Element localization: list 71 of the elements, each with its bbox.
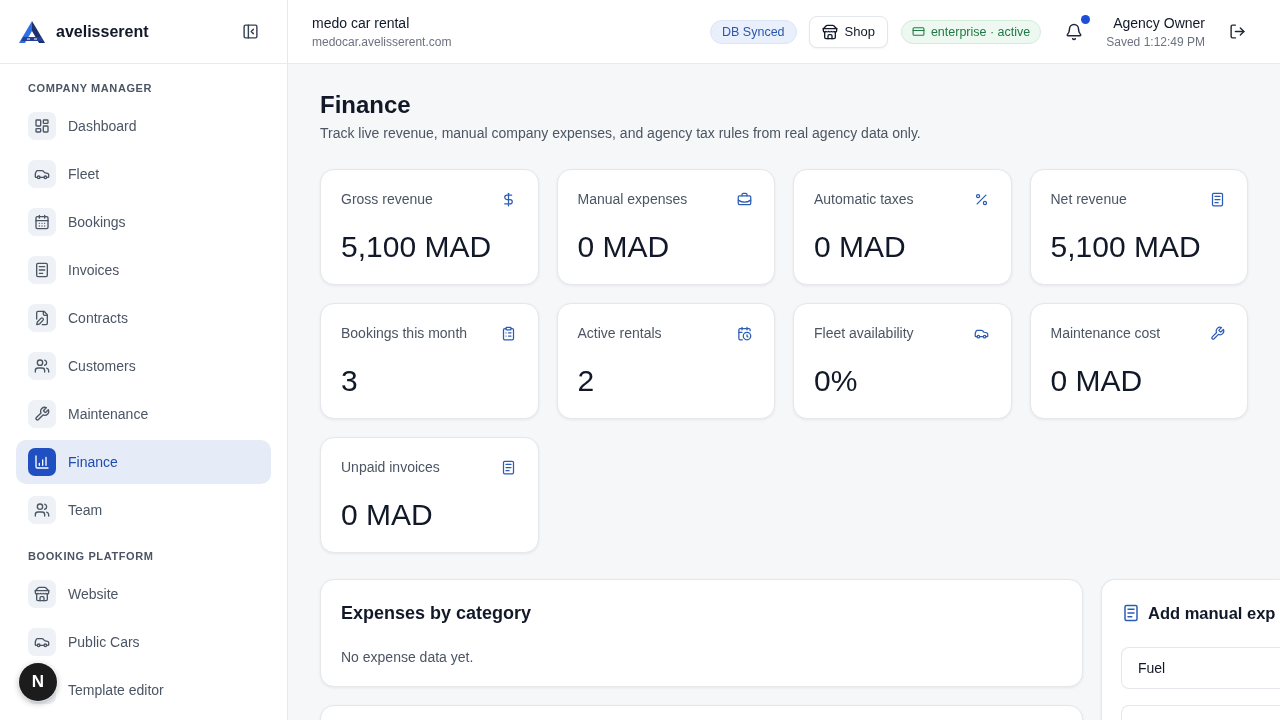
stat-label: Active rentals <box>577 325 662 341</box>
calendar-icon <box>28 208 56 236</box>
briefcase-icon <box>737 191 752 207</box>
dashboard-grid-icon <box>28 112 56 140</box>
stat-label: Gross revenue <box>341 191 433 207</box>
document-icon <box>500 459 516 475</box>
page-subtitle: Track live revenue, manual company expenses, and agency tax rules from real agency data only. <box>320 124 922 143</box>
empty-state-text: No expense data yet. <box>341 648 475 667</box>
stat-label: Unpaid invoices <box>341 459 440 475</box>
nav-link[interactable]: Public Cars <box>68 632 259 652</box>
store-icon <box>28 580 56 608</box>
calendar-clock-icon <box>737 325 752 341</box>
car-icon <box>28 160 56 188</box>
stat-value: 0 MAD <box>341 498 434 532</box>
car-icon <box>28 628 56 656</box>
stat-label: Bookings this month <box>341 325 468 341</box>
users-icon <box>28 496 56 524</box>
document-icon <box>1210 191 1225 207</box>
section-heading: BOOKING PLATFORM <box>27 549 155 564</box>
nav-link[interactable]: Fleet <box>68 164 259 184</box>
stat-label: Fleet availability <box>814 325 914 341</box>
stat-value: 0 MAD <box>577 230 671 264</box>
nav-link[interactable]: Team <box>68 500 259 520</box>
plan-status-text: enterprise · active <box>930 24 1031 39</box>
bar-chart-icon <box>28 448 56 476</box>
store-icon <box>821 23 838 40</box>
stat-label: Manual expenses <box>577 191 688 207</box>
agency-domain: medocar.avelisserent.com <box>312 33 453 50</box>
stat-label: Automatic taxes <box>814 191 914 207</box>
stat-value: 2 <box>577 364 596 398</box>
logo-icon <box>19 20 45 43</box>
document-icon <box>28 256 56 284</box>
document-icon <box>1122 604 1140 622</box>
nav-link[interactable]: Finance <box>68 452 259 472</box>
nav-link[interactable]: Contracts <box>68 308 259 328</box>
save-status: Saved 1:12:49 PM <box>1106 33 1205 50</box>
nav-link[interactable]: Bookings <box>68 212 259 232</box>
nav-link[interactable]: Dashboard <box>68 116 259 136</box>
nav-link[interactable]: Website <box>68 584 259 604</box>
stat-label: Maintenance cost <box>1050 325 1161 341</box>
panel-title: Expenses by category <box>341 602 533 625</box>
stat-value: 0 MAD <box>1050 364 1144 398</box>
brand-name: avelisserent <box>56 22 150 41</box>
document-pen-icon <box>28 304 56 332</box>
form-title: Add manual exp <box>1148 603 1276 624</box>
user-name: Agency Owner <box>1112 13 1205 32</box>
wrench-icon <box>1210 325 1225 341</box>
panel-left-icon[interactable] <box>242 23 259 40</box>
credit-card-icon <box>911 25 925 38</box>
section-heading: COMPANY MANAGER <box>27 81 154 96</box>
sync-status-badge: DB Synced <box>710 19 797 44</box>
stat-value: 0% <box>814 364 859 398</box>
wrench-icon <box>28 400 56 428</box>
stat-value: 0 MAD <box>814 230 907 264</box>
bell-icon[interactable] <box>1065 22 1084 41</box>
shop-button[interactable]: Shop <box>808 15 888 48</box>
stat-label: Net revenue <box>1050 191 1127 207</box>
nav-link[interactable]: Maintenance <box>68 404 259 424</box>
nav-link[interactable]: Customers <box>68 356 259 376</box>
stat-value: 5,100 MAD <box>1050 230 1202 264</box>
logout-icon[interactable] <box>1229 23 1246 40</box>
agency-name: medo car rental <box>312 13 411 32</box>
page-title: Finance <box>320 91 412 119</box>
percent-icon <box>973 191 989 207</box>
clipboard-icon <box>500 325 516 341</box>
nav-link[interactable]: Invoices <box>68 260 259 280</box>
category-select[interactable]: Fuel <box>1121 647 1280 689</box>
stat-value: 5,100 MAD <box>341 230 493 264</box>
nav-link[interactable]: Template editor <box>68 680 259 700</box>
stat-value: 3 <box>341 364 359 398</box>
users-icon <box>28 352 56 380</box>
